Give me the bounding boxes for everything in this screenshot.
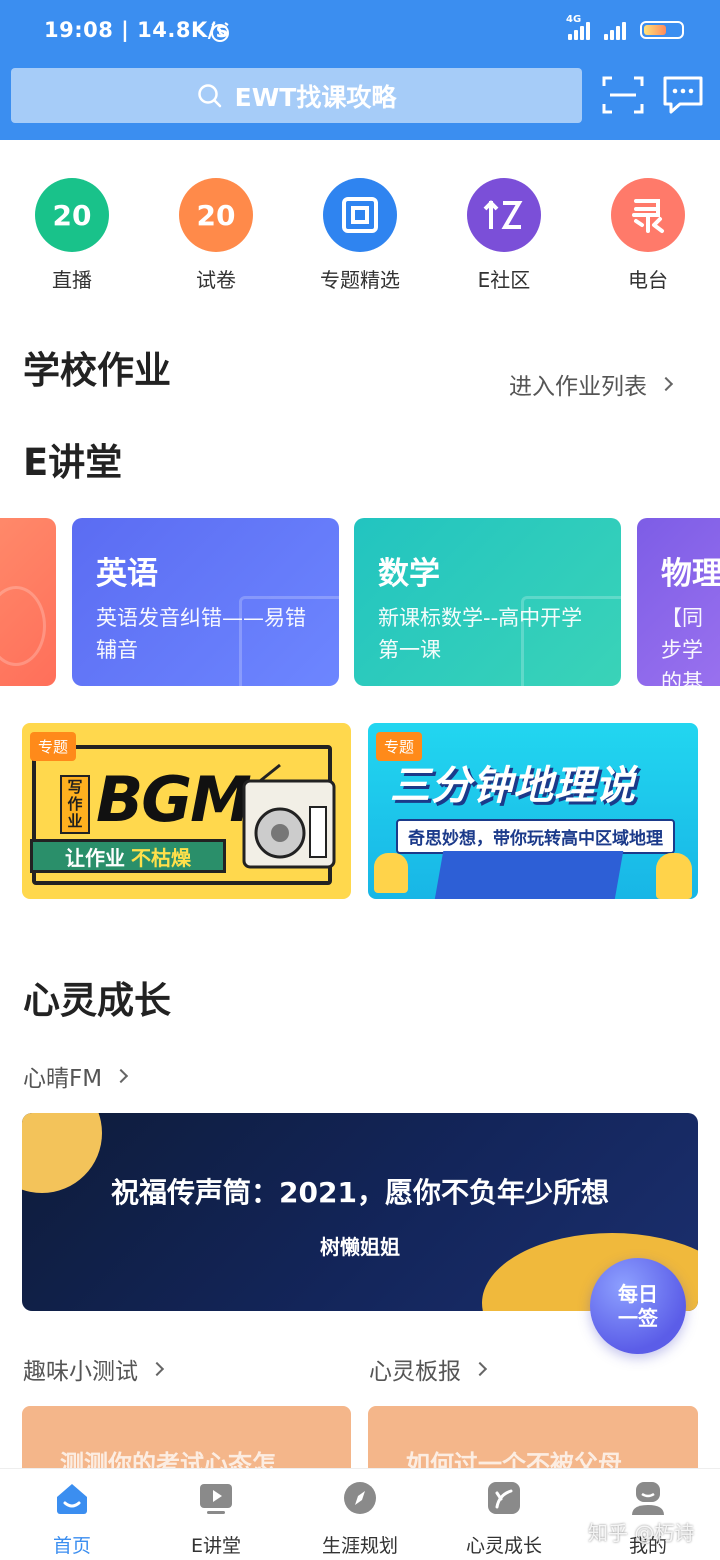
quick-nav-radio[interactable]: 电台 bbox=[576, 175, 720, 293]
course-card-partial[interactable] bbox=[0, 518, 56, 686]
banner-subtitle: 奇思妙想，带你玩转高中区域地理 bbox=[396, 819, 675, 854]
quick-nav-label: 电台 bbox=[628, 268, 668, 292]
paper-icon-text: 20 bbox=[196, 198, 236, 232]
chevron-right-icon bbox=[114, 1068, 129, 1084]
tab-lecture[interactable]: E讲堂 bbox=[144, 1479, 288, 1558]
quick-nav: 20 直播 20 试卷 专题精选 E社区 电台 bbox=[0, 175, 720, 295]
course-desc: 【同步学的基 bbox=[661, 606, 703, 686]
quiz-card[interactable]: 测测你的考试心态怎 bbox=[22, 1406, 351, 1476]
tab-label: E讲堂 bbox=[190, 1535, 241, 1557]
fm-banner-author: 树懒姐姐 bbox=[320, 1235, 400, 1259]
tab-label: 首页 bbox=[52, 1535, 91, 1557]
deco-shape bbox=[0, 586, 46, 666]
signal-4g-icon: 4G bbox=[566, 14, 590, 40]
banner-homework-bgm[interactable]: 专题 写作业 BGM 让作业 不枯燥 bbox=[22, 723, 351, 899]
battery-icon bbox=[640, 21, 684, 39]
course-card-math[interactable]: 数学 新课标数学--高中开学第一课 bbox=[354, 518, 621, 686]
course-title: 英语 bbox=[96, 556, 158, 592]
leaf-icon bbox=[488, 1482, 520, 1514]
board-card[interactable]: 如何过一个不被父母 bbox=[368, 1406, 698, 1476]
quick-nav-paper[interactable]: 20 试卷 bbox=[144, 175, 288, 293]
quick-nav-community[interactable]: E社区 bbox=[432, 175, 576, 293]
radio-icon bbox=[611, 178, 685, 252]
tab-label: 心灵成长 bbox=[465, 1535, 542, 1557]
tab-label: 生涯规划 bbox=[321, 1535, 398, 1557]
video-icon bbox=[200, 1484, 232, 1514]
message-icon[interactable] bbox=[660, 72, 706, 118]
square-icon bbox=[323, 178, 397, 252]
daily-sign-line1: 每日 bbox=[618, 1282, 658, 1306]
radio-illustration bbox=[242, 763, 336, 869]
live-icon-text: 20 bbox=[52, 198, 92, 232]
chevron-right-icon bbox=[472, 1361, 488, 1377]
deco-shape bbox=[521, 596, 621, 686]
network-type: 4G bbox=[566, 14, 582, 25]
chevron-right-icon bbox=[149, 1361, 165, 1377]
banner-small-label: 写作业 bbox=[67, 778, 83, 830]
course-card-english[interactable]: 英语 英语发音纠错——易错辅音 bbox=[72, 518, 339, 686]
banner-big-text: BGM bbox=[96, 763, 252, 836]
fm-banner-title: 祝福传声筒：2021，愿你不负年少所想 bbox=[111, 1176, 609, 1209]
homework-link-label: 进入作业列表 bbox=[509, 374, 647, 400]
quiz-link[interactable]: 趣味小测试 bbox=[23, 1352, 165, 1386]
tab-home[interactable]: 首页 bbox=[0, 1479, 144, 1558]
quiz-link-label: 趣味小测试 bbox=[23, 1359, 138, 1385]
banner-tag: 专题 bbox=[30, 732, 77, 761]
banner-strip-text-a: 让作业 bbox=[65, 845, 125, 870]
quick-nav-label: E社区 bbox=[477, 268, 531, 292]
quick-nav-topics[interactable]: 专题精选 bbox=[288, 175, 432, 293]
signal-icon bbox=[604, 20, 626, 40]
quick-nav-label: 专题精选 bbox=[320, 268, 400, 292]
compass-icon bbox=[344, 1482, 376, 1514]
tab-career[interactable]: 生涯规划 bbox=[288, 1479, 432, 1558]
homework-title: 学校作业 bbox=[23, 349, 171, 392]
daily-sign-line2: 一签 bbox=[618, 1306, 658, 1330]
growth-title: 心灵成长 bbox=[23, 979, 171, 1022]
banner-title: 三分钟地理说 bbox=[390, 763, 636, 809]
banner-geography[interactable]: 专题 三分钟地理说 奇思妙想，带你玩转高中区域地理 bbox=[368, 723, 698, 899]
character-right bbox=[656, 853, 692, 899]
course-card-physics[interactable]: 物理 【同步学的基 bbox=[637, 518, 720, 686]
scan-icon[interactable] bbox=[600, 72, 646, 118]
status-time: 19:08 | 14.8K/s bbox=[44, 18, 229, 42]
lecture-title: E讲堂 bbox=[23, 441, 123, 484]
board-link[interactable]: 心灵板报 bbox=[369, 1352, 488, 1386]
banner-bottom-strip: 让作业 不枯燥 bbox=[30, 839, 226, 873]
board-link-label: 心灵板报 bbox=[369, 1359, 461, 1385]
fm-link-label: 心晴FM bbox=[23, 1066, 103, 1092]
tab-growth[interactable]: 心灵成长 bbox=[432, 1479, 576, 1558]
building-illustration bbox=[432, 851, 624, 899]
deco-shape bbox=[239, 596, 339, 686]
quick-nav-live[interactable]: 20 直播 bbox=[0, 175, 144, 293]
bottom-tab-bar: 首页 E讲堂 生涯规划 心灵成长 我的 知乎 @朽诗 bbox=[0, 1468, 720, 1560]
watermark: 知乎 @朽诗 bbox=[588, 1521, 695, 1545]
quick-nav-label: 直播 bbox=[52, 268, 92, 292]
home-icon bbox=[57, 1484, 87, 1514]
homework-list-link[interactable]: 进入作业列表 bbox=[509, 367, 674, 401]
user-icon bbox=[632, 1482, 664, 1515]
app-header: 19:08 | 14.8K/s 4G EWT找课攻略 bbox=[0, 0, 720, 140]
alarm-icon bbox=[211, 22, 229, 42]
paper-icon: 20 bbox=[179, 178, 253, 252]
daily-sign-button[interactable]: 每日 一签 bbox=[590, 1258, 686, 1354]
character-left bbox=[374, 853, 408, 893]
live-icon: 20 bbox=[35, 178, 109, 252]
fm-link[interactable]: 心晴FM bbox=[23, 1059, 129, 1093]
search-icon bbox=[197, 83, 221, 107]
banner-strip-text-b: 不枯燥 bbox=[131, 845, 191, 870]
quick-nav-label: 试卷 bbox=[196, 268, 236, 292]
community-icon bbox=[467, 178, 541, 252]
course-title: 物理 bbox=[661, 556, 720, 592]
banner-small-text: 写作业 bbox=[60, 775, 90, 834]
chevron-right-icon bbox=[658, 376, 674, 392]
search-bar[interactable]: EWT找课攻略 bbox=[11, 68, 582, 123]
search-placeholder: EWT找课攻略 bbox=[234, 82, 397, 112]
status-bar: 19:08 | 14.8K/s 4G bbox=[0, 0, 720, 62]
course-title: 数学 bbox=[378, 556, 440, 592]
banner-tag: 专题 bbox=[376, 732, 423, 761]
